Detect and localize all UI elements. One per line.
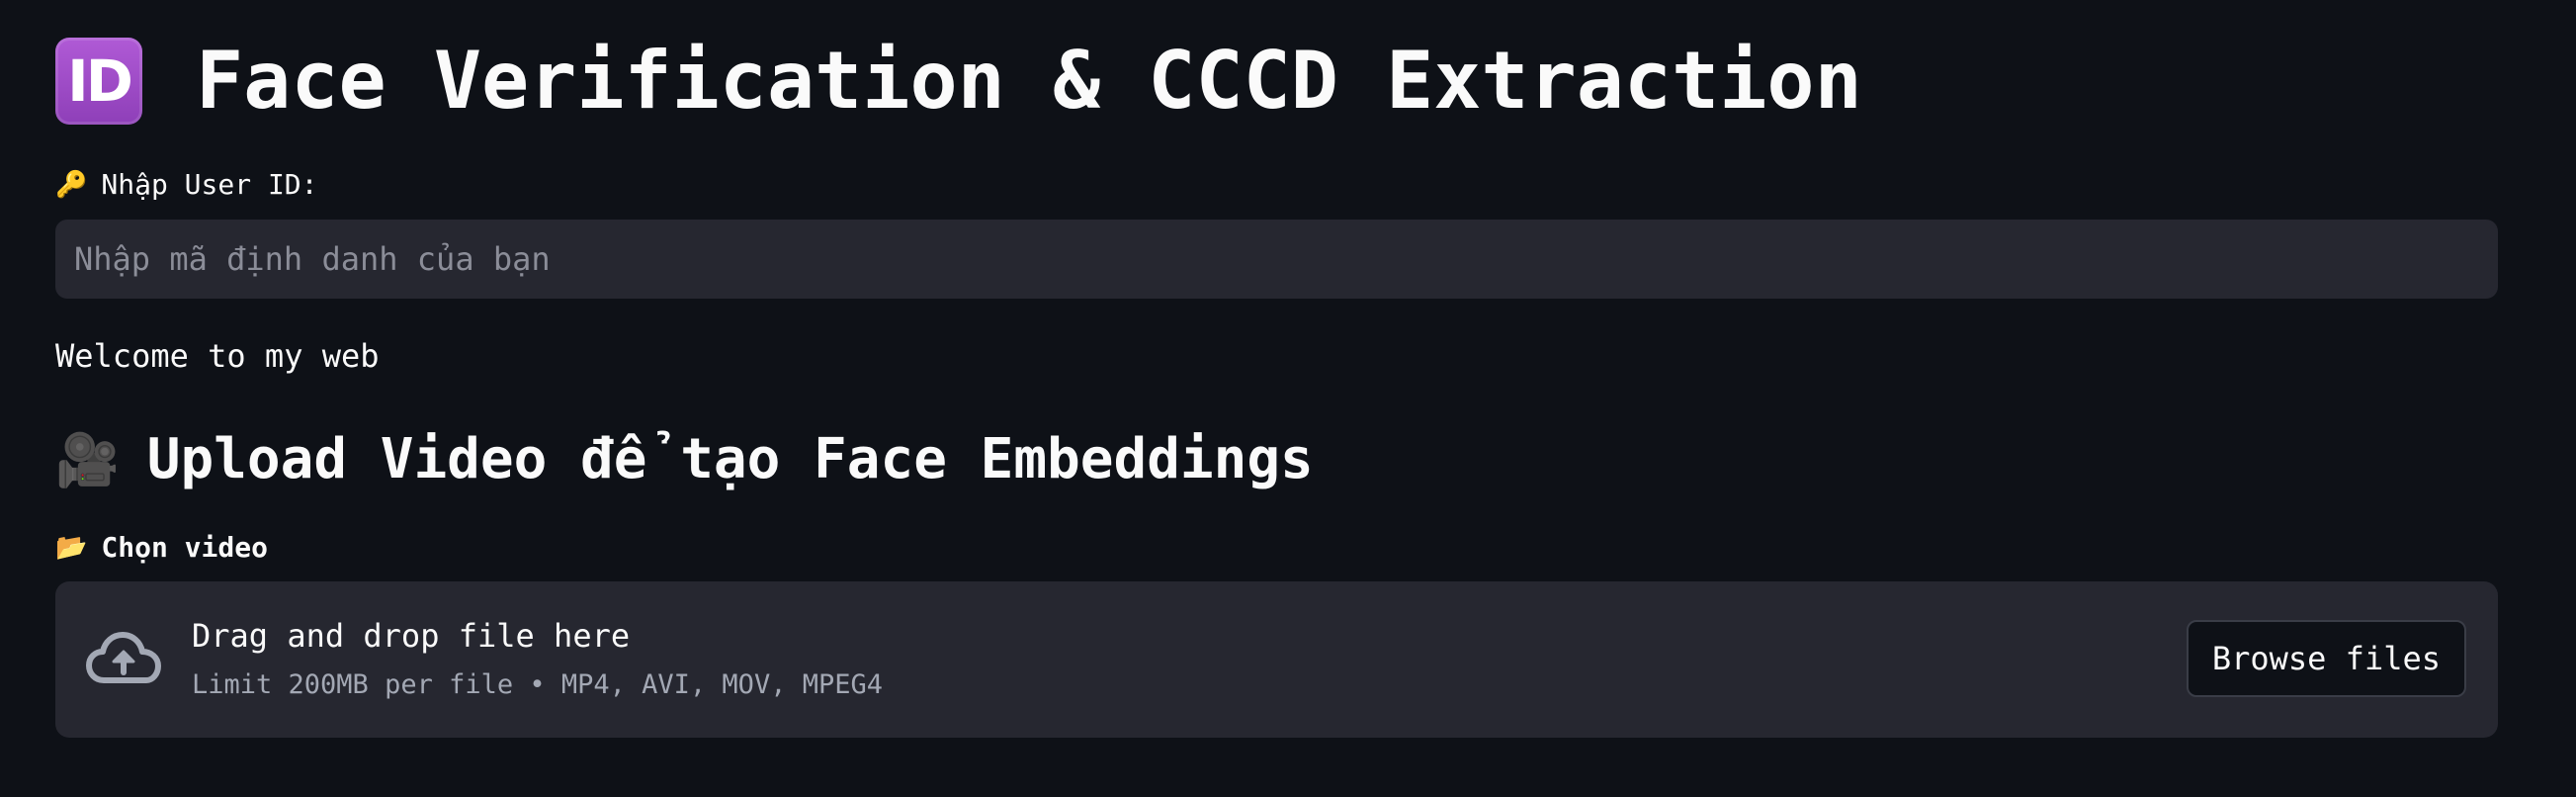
file-dropzone[interactable]: Drag and drop file here Limit 200MB per …: [55, 581, 2498, 738]
file-uploader-label: Chọn video: [101, 531, 268, 564]
user-id-input[interactable]: [55, 220, 2498, 299]
key-icon: 🔑: [55, 169, 88, 200]
id-badge-icon: ID: [55, 38, 142, 125]
page-header: ID Face Verification & CCCD Extraction: [55, 34, 1862, 129]
page-title: Face Verification & CCCD Extraction: [196, 35, 1862, 127]
video-camera-icon: 🎥: [55, 430, 120, 490]
dropzone-instructions: Drag and drop file here: [192, 617, 631, 655]
app-page: ID Face Verification & CCCD Extraction 🔑…: [0, 0, 2576, 797]
upload-section-title: Upload Video để tạo Face Embeddings: [146, 427, 1314, 491]
file-uploader-label-row: 📂 Chọn video: [55, 531, 268, 564]
dropzone-limit-text: Limit 200MB per file • MP4, AVI, MOV, MP…: [192, 669, 883, 700]
user-id-label: Nhập User ID:: [101, 168, 318, 201]
browse-files-button[interactable]: Browse files: [2186, 620, 2466, 697]
folder-icon: 📂: [55, 532, 88, 563]
welcome-text: Welcome to my web: [55, 337, 380, 375]
user-id-label-row: 🔑 Nhập User ID:: [55, 168, 318, 201]
cloud-upload-icon: [86, 632, 161, 683]
upload-section-header: 🎥 Upload Video để tạo Face Embeddings: [55, 425, 1314, 494]
